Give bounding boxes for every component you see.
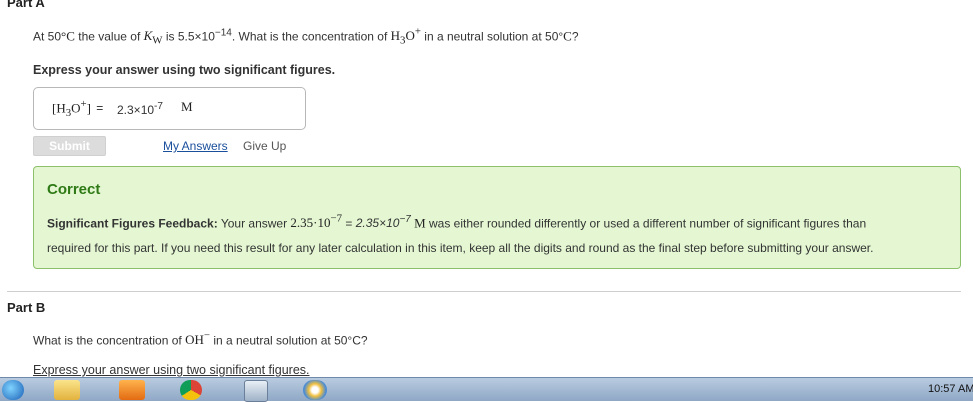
paint-icon[interactable] [303, 380, 327, 400]
part-a-question: At 50°C the value of KW is 5.5×10−14. Wh… [33, 26, 579, 47]
feedback-line-2: required for this part. If you need this… [47, 241, 874, 255]
answer-value[interactable]: 2.3×10-7 [117, 101, 163, 117]
part-b-question: What is the concentration of OH− in a ne… [33, 330, 368, 348]
feedback-title: Correct [47, 181, 101, 198]
calculator-icon[interactable] [244, 380, 268, 402]
system-clock[interactable]: 10:57 AM [928, 383, 973, 395]
submit-button[interactable]: Submit [33, 136, 106, 156]
give-up-link[interactable]: Give Up [243, 139, 286, 153]
answer-field[interactable]: [H3O+] = 2.3×10-7 M [33, 87, 306, 130]
part-divider [7, 291, 961, 292]
chrome-icon[interactable] [180, 380, 202, 400]
part-a-instruction: Express your answer using two significan… [33, 63, 336, 77]
my-answers-link[interactable]: My Answers [163, 139, 228, 153]
part-a-title: Part A [7, 0, 45, 10]
taskbar: 10:57 AM [0, 377, 973, 402]
part-b-title: Part B [7, 300, 46, 315]
feedback-box: Correct Significant Figures Feedback: Yo… [33, 166, 961, 269]
folder-icon[interactable] [54, 380, 80, 400]
answer-label: [H3O+] = [52, 98, 104, 119]
media-player-icon[interactable] [119, 380, 145, 400]
answer-unit: M [181, 99, 193, 114]
feedback-line-1: Significant Figures Feedback: Your answe… [47, 213, 867, 231]
windows-start-icon[interactable] [2, 380, 24, 400]
part-b-instruction: Express your answer using two significan… [33, 363, 310, 377]
